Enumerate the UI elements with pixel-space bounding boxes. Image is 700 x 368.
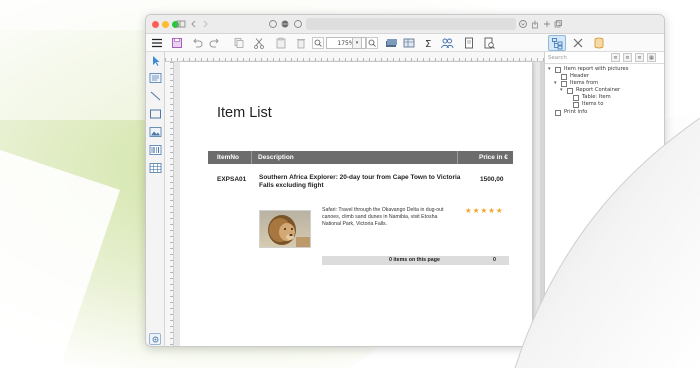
column-header-price: Price in € [479,154,508,161]
horizontal-ruler [165,52,544,62]
column-divider [251,151,252,164]
app-window: 175% ▾ Σ Item List ItemNo Description Pr… [145,14,665,347]
expand-toggle[interactable]: ▾ [560,87,563,94]
item-title[interactable]: Southern Africa Explorer: 20-day tour fr… [259,174,469,190]
vertical-ruler [165,62,174,346]
back-icon[interactable] [190,19,198,29]
report-page[interactable]: Item List ItemNo Description Price in € … [180,62,532,346]
info-icon[interactable] [268,19,278,29]
tree-item-table[interactable]: Table: Item [582,94,611,101]
line-icon[interactable] [149,90,162,102]
address-bar[interactable] [306,18,516,30]
report-icon [555,67,561,73]
tabs-overview-icon[interactable] [553,19,563,29]
footer-value: 0 [493,257,496,263]
download-icon[interactable] [518,19,528,29]
structure-icon [552,38,563,50]
tree-item-report-container[interactable]: Report Container [576,87,620,94]
tree-item-print-info[interactable]: Print info [564,109,587,116]
table-item-icon [573,95,579,101]
tree-item-report[interactable]: Item report with pictures [564,66,628,73]
column-divider [457,151,458,164]
menu-icon[interactable] [150,36,164,50]
main-toolbar: 175% ▾ Σ [146,34,664,52]
tree-item-header[interactable]: Header [570,73,589,80]
column-header-itemno: ItemNo [217,154,240,161]
lion-image [260,211,310,247]
save-icon[interactable] [170,36,184,50]
expand-all-button[interactable]: ≡ [611,53,620,62]
column-header-description: Description [258,154,294,161]
copy-icon[interactable] [232,36,246,50]
tools-icon[interactable] [571,36,585,50]
settings-icon[interactable] [149,333,161,345]
undo-icon[interactable] [190,36,204,50]
sum-icon[interactable]: Σ [422,36,436,50]
layers-icon[interactable] [384,36,398,50]
expand-toggle[interactable]: ▾ [554,80,557,87]
image-icon[interactable] [149,126,162,138]
gear-icon [152,336,159,343]
shield-icon[interactable] [293,19,303,29]
table-header-row[interactable]: ItemNo Description Price in € [208,151,513,164]
redo-icon[interactable] [208,36,222,50]
globe-icon[interactable] [280,19,290,29]
design-canvas[interactable]: Item List ItemNo Description Price in € … [174,62,544,346]
page-icon[interactable] [462,36,476,50]
footer-label: 0 items on this page [389,257,440,263]
report-title[interactable]: Item List [217,105,272,121]
sort-button[interactable]: ≡ [635,53,644,62]
table-icon[interactable] [402,36,416,50]
sidebar-toggle-icon[interactable] [176,19,186,29]
table-grid-icon[interactable] [149,162,162,174]
item-description-text[interactable]: Safari: Travel through the Okavango Delt… [322,207,457,228]
cut-icon[interactable] [252,36,266,50]
item-price[interactable]: 1500,00 [480,176,504,183]
container-icon [567,88,573,94]
structure-panel: Search ≡ ≡ ≡ ▦ ▾ Item report with pictur… [544,52,664,346]
users-icon[interactable] [440,36,454,50]
lion-photo[interactable] [259,210,311,248]
share-icon[interactable] [530,19,540,29]
paste-icon[interactable] [274,36,288,50]
header-icon [561,74,567,80]
print-info-icon [555,110,561,116]
svg-text:Σ: Σ [425,39,431,50]
database-icon[interactable] [592,36,606,50]
zoom-out-icon[interactable] [312,36,324,50]
forward-icon[interactable] [201,19,209,29]
zoom-dropdown[interactable]: ▾ [352,37,362,49]
barcode-icon[interactable] [149,144,162,156]
rectangle-icon[interactable] [149,108,162,120]
collapse-all-button[interactable]: ≡ [623,53,632,62]
tool-palette [146,52,165,346]
tree-item-items-from[interactable]: Items from [570,80,598,87]
title-bar [146,15,664,34]
items-to-icon [573,102,579,108]
expand-toggle[interactable]: ▾ [548,66,551,73]
item-number[interactable]: EXPSA01 [217,176,246,183]
preview-icon[interactable] [482,36,496,50]
rating-stars: ★★★★★ [465,206,504,215]
structure-panel-tab[interactable] [548,35,566,51]
delete-icon[interactable] [294,36,308,50]
close-window-button[interactable] [152,21,159,28]
filter-button[interactable]: ▦ [647,53,656,62]
pointer-icon[interactable] [149,55,162,67]
page-footer-summary[interactable]: 0 items on this page 0 [322,256,509,265]
new-tab-icon[interactable] [542,19,552,29]
minimize-window-button[interactable] [162,21,169,28]
zoom-in-icon[interactable] [366,36,378,50]
tree-item-items-to[interactable]: Items to [582,101,603,108]
text-icon[interactable] [149,72,162,84]
